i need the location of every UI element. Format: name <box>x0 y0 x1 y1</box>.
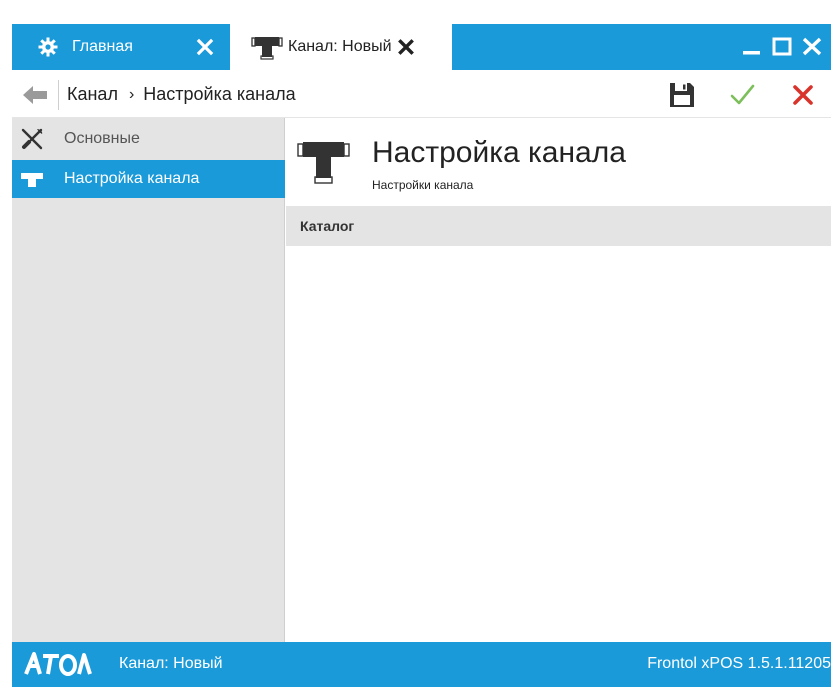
cancel-button[interactable] <box>788 80 818 110</box>
atol-logo <box>24 651 94 677</box>
breadcrumb-item-setup: Настройка канала <box>143 84 296 104</box>
main-panel: Настройка канала Настройки канала Катало… <box>286 118 831 642</box>
channel-icon <box>250 34 284 60</box>
breadcrumb-item-channel[interactable]: Канал <box>67 84 118 105</box>
tab-main-label: Главная <box>72 38 133 55</box>
tools-icon <box>20 128 44 150</box>
save-button[interactable] <box>667 80 697 110</box>
title-bar: Главная Канал: Новый <box>0 0 831 70</box>
tab-channel[interactable]: Канал: Новый <box>230 24 452 70</box>
tab-main-close-icon[interactable] <box>196 38 214 56</box>
section-header-catalog: Каталог <box>286 206 831 246</box>
gear-icon <box>38 37 58 57</box>
status-document: Канал: Новый <box>119 655 223 672</box>
channel-icon <box>20 168 44 190</box>
back-arrow-icon[interactable] <box>22 84 48 106</box>
tab-channel-close-icon[interactable] <box>397 39 414 55</box>
tab-channel-label: Канал: Новый <box>288 38 392 55</box>
save-icon <box>670 83 694 107</box>
sidebar-item-channel-setup[interactable]: Настройка канала <box>12 160 285 198</box>
section-title: Каталог <box>300 218 355 234</box>
close-icon <box>793 85 813 105</box>
toolbar-divider <box>58 80 59 110</box>
sidebar-item-label: Настройка канала <box>64 170 200 187</box>
maximize-icon[interactable] <box>770 34 794 58</box>
minimize-icon[interactable] <box>740 34 764 58</box>
breadcrumb: Канал › Настройка канала <box>67 84 296 105</box>
sidebar: Основные Настройка канала <box>12 118 285 642</box>
close-icon[interactable] <box>800 34 824 58</box>
status-bar: Канал: Новый Frontol xPOS 1.5.1.11205 <box>12 642 831 687</box>
check-icon <box>730 84 755 105</box>
app-window: Главная Канал: Новый Канал › Настройка к… <box>0 0 831 687</box>
status-version: Frontol xPOS 1.5.1.11205 <box>647 655 831 672</box>
page-subtitle: Настройки канала <box>372 178 474 192</box>
page-title: Настройка канала <box>372 136 626 169</box>
channel-icon <box>294 138 354 194</box>
sidebar-item-basic[interactable]: Основные <box>12 120 285 158</box>
toolbar: Канал › Настройка канала <box>12 72 831 118</box>
tab-main[interactable]: Главная <box>22 24 230 70</box>
sidebar-item-label: Основные <box>64 130 140 147</box>
breadcrumb-separator: › <box>128 85 135 103</box>
ok-button[interactable] <box>727 80 757 110</box>
